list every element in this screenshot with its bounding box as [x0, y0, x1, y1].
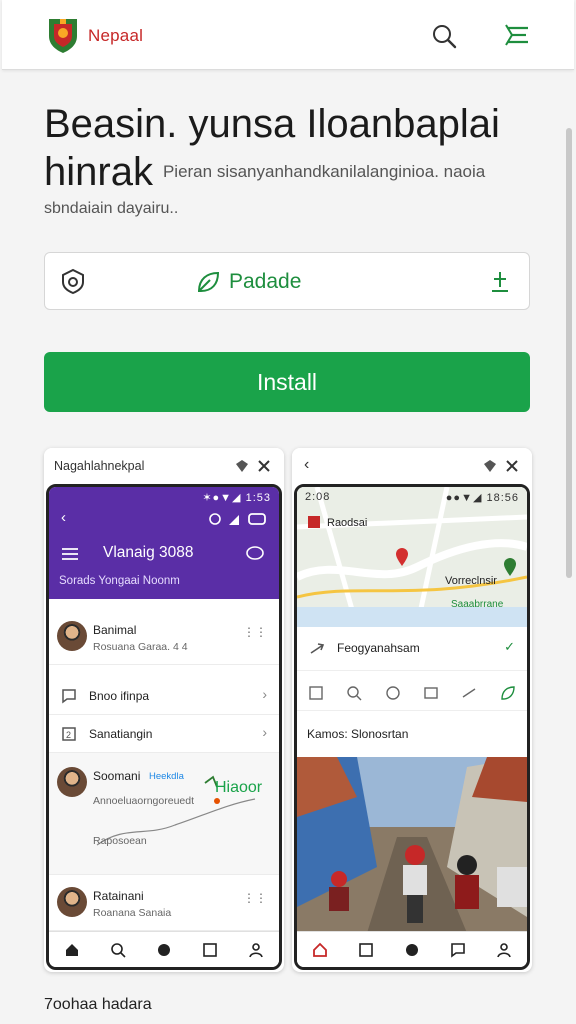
- scrollbar[interactable]: [566, 128, 572, 578]
- close-icon[interactable]: [504, 458, 520, 474]
- map-pin-icon[interactable]: [503, 557, 517, 577]
- phone-frame-1: ✶●▼◢ 1:53 ‹ Vlanaig 3088 Sorads Yongaai …: [46, 484, 282, 970]
- close-icon[interactable]: [256, 458, 272, 474]
- chat-snippet: Roanana Sanaia: [93, 907, 172, 919]
- share-icon[interactable]: [309, 641, 325, 657]
- title-line-1: Beasin. yunsa Iloanbaplai: [44, 102, 500, 146]
- forward-icon[interactable]: [461, 685, 477, 701]
- square-icon[interactable]: [202, 942, 218, 958]
- screenshot-caption-bar: Nagahlahnekpal: [44, 448, 284, 484]
- menu-icon[interactable]: [502, 22, 532, 48]
- chat-name: Banimal: [93, 623, 137, 637]
- home-icon[interactable]: [64, 942, 80, 958]
- bottom-nav: [49, 931, 279, 967]
- chevron-right-icon: ›: [262, 686, 267, 702]
- bottom-nav: [297, 931, 527, 967]
- place-icon: [308, 516, 320, 528]
- square-icon[interactable]: [358, 942, 374, 958]
- chat-bubble-icon[interactable]: [245, 545, 265, 563]
- chat-icon[interactable]: [450, 942, 466, 958]
- update-button[interactable]: Padade: [195, 267, 301, 297]
- screenshot-card-1[interactable]: Nagahlahnekpal ✶●▼◢ 1:53 ‹ Vlanaig 3088 …: [44, 448, 284, 972]
- messenger-tabs[interactable]: Sorads Yongaai Noonm: [59, 575, 180, 587]
- top-app-bar: Nepaal: [2, 0, 574, 70]
- map-label: Vorreclnsir: [445, 575, 497, 587]
- chat-row-1[interactable]: Banimal Rosuana Garaa. 4 4 ⋮⋮: [49, 611, 279, 665]
- action-toolbar: [297, 675, 527, 711]
- install-button[interactable]: Install: [44, 352, 530, 412]
- inline-description: Pieran sisanyanhandkanilalanginioa. naoi…: [162, 162, 486, 181]
- search-icon[interactable]: [430, 22, 458, 50]
- route-label: Hiaoor: [215, 779, 263, 796]
- page-subtitle: sbndaiain dayairu..: [44, 200, 179, 217]
- update-card[interactable]: Padade: [44, 252, 530, 310]
- chat-name: Ratainani: [93, 889, 144, 903]
- chat-name: Bnoo ifinpa: [89, 689, 150, 703]
- check-icon[interactable]: ✓: [504, 639, 515, 655]
- hamburger-icon[interactable]: [61, 547, 79, 561]
- save-icon[interactable]: [308, 685, 324, 701]
- chat-name: Sanatiangin: [89, 727, 153, 741]
- chat-row-4-route[interactable]: Soomani Heekdla Annoeluaorngoreuedt Hiao…: [49, 753, 279, 875]
- avatar: [57, 887, 87, 917]
- app-details-page: Nepaal Beasin. yunsa Iloanbaplai hinrak P…: [0, 0, 576, 1024]
- back-icon[interactable]: ‹: [304, 456, 309, 474]
- home-icon[interactable]: [312, 942, 328, 958]
- svg-text:2: 2: [66, 730, 71, 740]
- footer-section-label: 7oohaa hadara: [44, 996, 152, 1013]
- title-line-2: hinrak: [44, 150, 153, 194]
- diamond-icon: [484, 460, 496, 472]
- nepal-emblem-logo: [49, 19, 77, 53]
- message-icon: [62, 689, 76, 704]
- map-result-row[interactable]: Feogyanahsam ✓: [297, 627, 527, 671]
- screenshot-caption-bar: ‹: [292, 448, 532, 484]
- messenger-header: ✶●▼◢ 1:53 ‹ Vlanaig 3088 Sorads Yongaai …: [49, 487, 279, 599]
- more-icon[interactable]: ⋮⋮: [243, 625, 267, 639]
- note-icon: 2: [62, 727, 76, 741]
- chat-snippet-2: Raposoean: [93, 835, 147, 847]
- profile-icon[interactable]: [496, 942, 512, 958]
- avatar: [57, 621, 87, 651]
- screenshot-card-2[interactable]: ‹ 2:08 ●●▼◢ 18:56 Raodsai Vorreclnsir Sa…: [292, 448, 532, 972]
- signal-icons: [209, 513, 266, 525]
- status-bar-right: ●●▼◢ 18:56: [445, 492, 519, 504]
- back-icon[interactable]: ‹: [61, 509, 66, 526]
- chat-row-3[interactable]: 2 Sanatiangin ›: [49, 715, 279, 753]
- phone-frame-2: 2:08 ●●▼◢ 18:56 Raodsai Vorreclnsir Saaa…: [294, 484, 530, 970]
- street-photo[interactable]: [297, 757, 527, 933]
- street-photo-image: [297, 757, 527, 933]
- chevron-right-icon: ›: [262, 724, 267, 740]
- brand-name: Nepaal: [88, 26, 144, 45]
- search-icon[interactable]: [346, 685, 362, 701]
- page-title: Beasin. yunsa Iloanbaplai hinrak Pieran s…: [44, 100, 544, 196]
- image-icon[interactable]: [423, 685, 439, 701]
- status-bar: 2:08: [305, 491, 331, 503]
- diamond-icon: [236, 460, 248, 472]
- search-icon[interactable]: [110, 942, 126, 958]
- leaf-icon[interactable]: [500, 685, 516, 701]
- screenshot-caption: Nagahlahnekpal: [54, 459, 145, 473]
- update-label: Padade: [229, 270, 302, 293]
- chat-snippet: Rosuana Garaa. 4 4: [93, 641, 188, 653]
- map-label: Raodsai: [327, 517, 368, 529]
- shield-icon: [62, 268, 84, 295]
- leaf-icon: [197, 271, 220, 292]
- more-icon[interactable]: ⋮⋮: [243, 891, 267, 905]
- emoji-icon[interactable]: [385, 685, 401, 701]
- map-label: Saaabrrane: [451, 599, 504, 610]
- post-header: Kamos: Slonosrtan: [297, 719, 527, 749]
- map-view[interactable]: 2:08 ●●▼◢ 18:56 Raodsai Vorreclnsir Saaa…: [297, 487, 527, 627]
- chat-row-2[interactable]: Bnoo ifinpa ›: [49, 677, 279, 715]
- status-bar: ✶●▼◢ 1:53: [202, 492, 271, 504]
- download-icon[interactable]: [489, 269, 511, 295]
- messenger-title: Vlanaig 3088: [103, 544, 194, 561]
- clock-icon[interactable]: [404, 942, 420, 958]
- map-pin-icon[interactable]: [395, 547, 409, 567]
- avatar: [57, 767, 87, 797]
- clock-icon[interactable]: [156, 942, 172, 958]
- post-title: Kamos: Slonosrtan: [307, 727, 409, 741]
- chat-row-5[interactable]: Ratainani Roanana Sanaia ⋮⋮: [49, 879, 279, 931]
- result-title: Feogyanahsam: [337, 641, 420, 655]
- profile-icon[interactable]: [248, 942, 264, 958]
